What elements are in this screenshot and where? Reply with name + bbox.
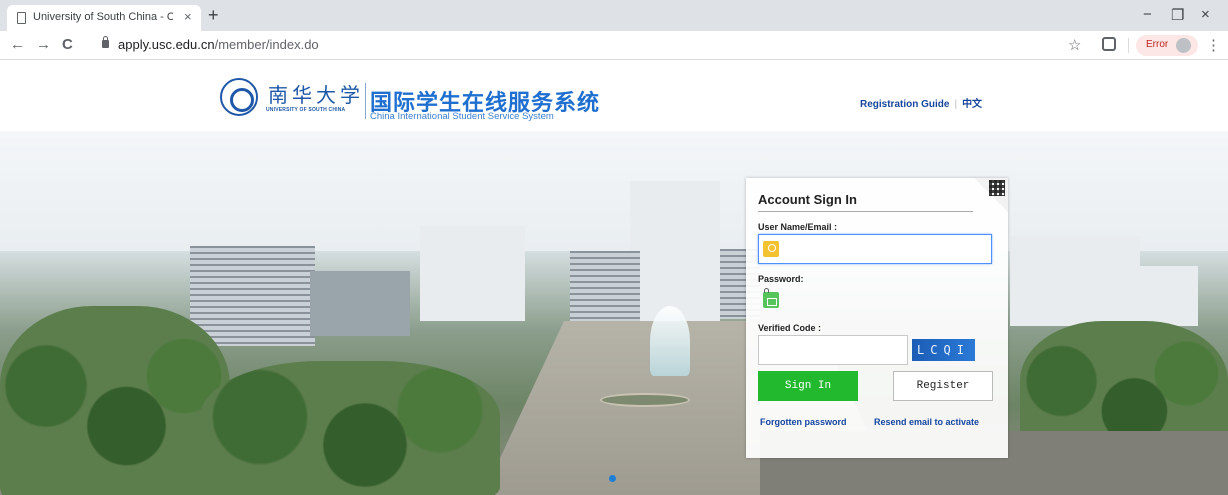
- back-icon[interactable]: ←: [10, 36, 25, 53]
- url-path: /member/index.do: [214, 37, 319, 52]
- left-building-2: [310, 271, 410, 336]
- reload-icon[interactable]: C: [62, 36, 73, 53]
- qr-code-icon: [989, 180, 1005, 196]
- captcha-image[interactable]: LCQI: [912, 339, 975, 361]
- lock-icon: [763, 288, 779, 308]
- qr-code-toggle[interactable]: [974, 178, 1008, 212]
- right-building-2: [1138, 266, 1198, 326]
- menu-icon[interactable]: ⋮: [1206, 36, 1221, 54]
- banner-sky: [0, 131, 1228, 251]
- page-icon: [17, 12, 26, 24]
- right-building: [1010, 236, 1140, 326]
- username-field[interactable]: [758, 234, 992, 264]
- system-title-en: China International Student Service Syst…: [370, 111, 554, 122]
- avatar-icon: [1176, 38, 1191, 53]
- left-building: [190, 246, 315, 346]
- university-name-calligraphy: 南华大学: [268, 83, 364, 107]
- resend-activation-link[interactable]: Resend email to activate: [874, 417, 979, 427]
- browser-tab[interactable]: University of South China - Onl ×: [7, 5, 201, 31]
- sign-in-panel: Account Sign In User Name/Email : Passwo…: [746, 178, 1008, 458]
- extension-icon[interactable]: [1102, 37, 1116, 51]
- lock-icon[interactable]: [102, 36, 109, 48]
- browser-tab-bar: University of South China - Onl × + − ❐ …: [0, 0, 1228, 31]
- site-header: 南华大学 UNIVERSITY OF SOUTH CHINA 国际学生在线服务系…: [0, 61, 1228, 131]
- tab-title: University of South China - Onl: [33, 11, 173, 23]
- sign-in-title: Account Sign In: [758, 192, 857, 207]
- maximize-icon[interactable]: ❐: [1171, 6, 1184, 24]
- fountain-pool: [600, 393, 690, 407]
- center-left-building: [420, 226, 525, 321]
- password-field[interactable]: [758, 285, 992, 315]
- university-emblem-icon: [220, 78, 258, 116]
- header-links: Registration Guide | 中文: [860, 95, 982, 110]
- trees-center-left: [200, 361, 500, 495]
- trees-left: [0, 306, 230, 495]
- forgotten-password-link[interactable]: Forgotten password: [760, 417, 847, 427]
- error-label: Error: [1146, 39, 1169, 50]
- link-separator: |: [954, 99, 958, 110]
- sign-in-button[interactable]: Sign In: [758, 371, 858, 401]
- forward-icon[interactable]: →: [36, 36, 51, 53]
- fountain: [650, 306, 690, 376]
- minimize-icon[interactable]: −: [1143, 6, 1152, 23]
- registration-guide-link[interactable]: Registration Guide: [860, 99, 949, 110]
- center-building: [570, 251, 640, 321]
- register-button[interactable]: Register: [893, 371, 993, 401]
- user-icon: [763, 241, 779, 257]
- bookmark-star-icon[interactable]: ☆: [1068, 36, 1081, 54]
- verified-code-field[interactable]: [758, 335, 908, 365]
- profile-error-button[interactable]: Error: [1136, 35, 1198, 56]
- university-name-en: UNIVERSITY OF SOUTH CHINA: [266, 107, 346, 113]
- logo-divider: [365, 83, 366, 119]
- campus-banner-image: [0, 131, 1228, 495]
- language-link[interactable]: 中文: [962, 99, 982, 110]
- username-label: User Name/Email :: [758, 222, 838, 232]
- browser-toolbar: ← → C apply.usc.edu.cn/member/index.do ☆…: [0, 31, 1228, 60]
- address-bar[interactable]: apply.usc.edu.cn/member/index.do: [88, 34, 1098, 57]
- new-tab-button[interactable]: +: [208, 5, 219, 26]
- carousel-indicator[interactable]: [609, 475, 616, 482]
- title-divider: [758, 211, 973, 212]
- toolbar-divider: [1128, 38, 1129, 53]
- close-tab-icon[interactable]: ×: [184, 9, 192, 24]
- verified-code-label: Verified Code :: [758, 323, 822, 333]
- url-host: apply.usc.edu.cn: [118, 37, 215, 52]
- password-label: Password:: [758, 274, 804, 284]
- window-close-icon[interactable]: ×: [1201, 6, 1210, 23]
- url-text: apply.usc.edu.cn/member/index.do: [118, 37, 319, 52]
